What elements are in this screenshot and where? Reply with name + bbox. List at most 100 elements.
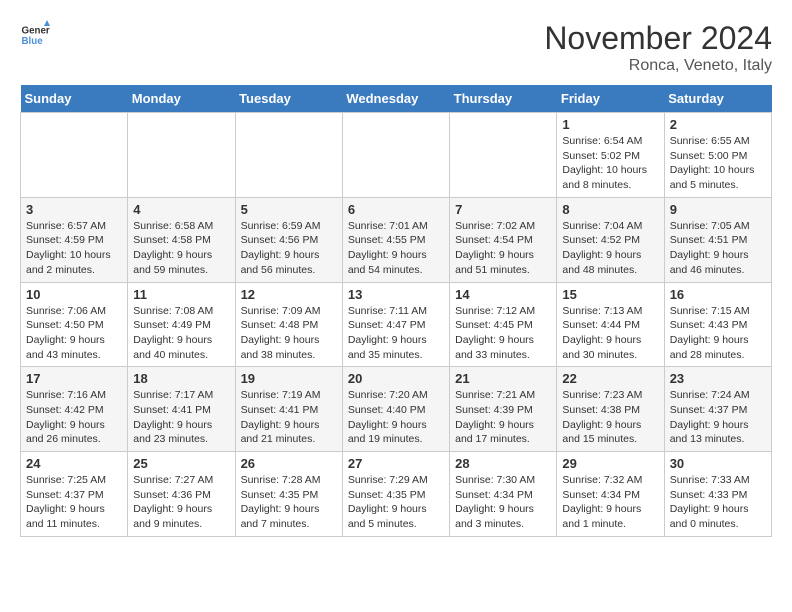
- day-info: Sunrise: 7:27 AM Sunset: 4:36 PM Dayligh…: [133, 473, 229, 532]
- day-number: 5: [241, 202, 337, 217]
- calendar-week-2: 10 Sunrise: 7:06 AM Sunset: 4:50 PM Dayli…: [21, 282, 772, 367]
- calendar-cell: 23 Sunrise: 7:24 AM Sunset: 4:37 PM Dayli…: [664, 367, 771, 452]
- logo: General Blue: [20, 20, 50, 50]
- day-info: Sunrise: 7:06 AM Sunset: 4:50 PM Dayligh…: [26, 304, 122, 363]
- calendar-week-3: 17 Sunrise: 7:16 AM Sunset: 4:42 PM Dayli…: [21, 367, 772, 452]
- day-info: Sunrise: 7:15 AM Sunset: 4:43 PM Dayligh…: [670, 304, 766, 363]
- title-section: November 2024 Ronca, Veneto, Italy: [544, 20, 772, 75]
- svg-text:Blue: Blue: [22, 36, 44, 47]
- calendar-cell: 20 Sunrise: 7:20 AM Sunset: 4:40 PM Dayli…: [342, 367, 449, 452]
- day-number: 15: [562, 287, 658, 302]
- day-info: Sunrise: 7:25 AM Sunset: 4:37 PM Dayligh…: [26, 473, 122, 532]
- calendar-cell: [342, 113, 449, 198]
- calendar-cell: 4 Sunrise: 6:58 AM Sunset: 4:58 PM Daylig…: [128, 197, 235, 282]
- calendar-cell: [128, 113, 235, 198]
- day-info: Sunrise: 7:12 AM Sunset: 4:45 PM Dayligh…: [455, 304, 551, 363]
- day-info: Sunrise: 7:13 AM Sunset: 4:44 PM Dayligh…: [562, 304, 658, 363]
- day-number: 11: [133, 287, 229, 302]
- day-info: Sunrise: 7:21 AM Sunset: 4:39 PM Dayligh…: [455, 388, 551, 447]
- day-info: Sunrise: 6:58 AM Sunset: 4:58 PM Dayligh…: [133, 219, 229, 278]
- day-info: Sunrise: 7:29 AM Sunset: 4:35 PM Dayligh…: [348, 473, 444, 532]
- svg-text:General: General: [22, 26, 51, 37]
- calendar-cell: [235, 113, 342, 198]
- day-info: Sunrise: 7:16 AM Sunset: 4:42 PM Dayligh…: [26, 388, 122, 447]
- day-number: 3: [26, 202, 122, 217]
- calendar-cell: 2Sunrise: 6:55 AM Sunset: 5:00 PM Daylig…: [664, 113, 771, 198]
- calendar-cell: [21, 113, 128, 198]
- calendar-week-0: 1 Sunrise: 6:54 AM Sunset: 5:02 PM Daylig…: [21, 113, 772, 198]
- calendar-cell: 17 Sunrise: 7:16 AM Sunset: 4:42 PM Dayli…: [21, 367, 128, 452]
- day-info: Sunrise: 7:04 AM Sunset: 4:52 PM Dayligh…: [562, 219, 658, 278]
- day-number: 8: [562, 202, 658, 217]
- calendar-body: 1 Sunrise: 6:54 AM Sunset: 5:02 PM Daylig…: [21, 113, 772, 537]
- day-info: Sunrise: 7:11 AM Sunset: 4:47 PM Dayligh…: [348, 304, 444, 363]
- calendar-cell: 29 Sunrise: 7:32 AM Sunset: 4:34 PM Dayli…: [557, 452, 664, 537]
- day-number: 26: [241, 456, 337, 471]
- calendar-cell: 25Sunrise: 7:27 AM Sunset: 4:36 PM Dayli…: [128, 452, 235, 537]
- calendar-table: SundayMondayTuesdayWednesdayThursdayFrid…: [20, 85, 772, 537]
- calendar-week-1: 3 Sunrise: 6:57 AM Sunset: 4:59 PM Daylig…: [21, 197, 772, 282]
- calendar-week-4: 24Sunrise: 7:25 AM Sunset: 4:37 PM Dayli…: [21, 452, 772, 537]
- calendar-cell: 6Sunrise: 7:01 AM Sunset: 4:55 PM Daylig…: [342, 197, 449, 282]
- day-number: 27: [348, 456, 444, 471]
- calendar-cell: 26Sunrise: 7:28 AM Sunset: 4:35 PM Dayli…: [235, 452, 342, 537]
- day-number: 23: [670, 371, 766, 386]
- day-info: Sunrise: 7:17 AM Sunset: 4:41 PM Dayligh…: [133, 388, 229, 447]
- day-info: Sunrise: 7:19 AM Sunset: 4:41 PM Dayligh…: [241, 388, 337, 447]
- day-info: Sunrise: 7:30 AM Sunset: 4:34 PM Dayligh…: [455, 473, 551, 532]
- day-number: 13: [348, 287, 444, 302]
- month-title: November 2024: [544, 20, 772, 57]
- calendar-cell: 15 Sunrise: 7:13 AM Sunset: 4:44 PM Dayli…: [557, 282, 664, 367]
- calendar-cell: 14Sunrise: 7:12 AM Sunset: 4:45 PM Dayli…: [450, 282, 557, 367]
- day-header-monday: Monday: [128, 85, 235, 113]
- day-info: Sunrise: 7:20 AM Sunset: 4:40 PM Dayligh…: [348, 388, 444, 447]
- day-number: 1: [562, 117, 658, 132]
- day-number: 30: [670, 456, 766, 471]
- day-info: Sunrise: 7:24 AM Sunset: 4:37 PM Dayligh…: [670, 388, 766, 447]
- day-header-tuesday: Tuesday: [235, 85, 342, 113]
- location: Ronca, Veneto, Italy: [544, 57, 772, 75]
- calendar-cell: 10 Sunrise: 7:06 AM Sunset: 4:50 PM Dayli…: [21, 282, 128, 367]
- day-info: Sunrise: 7:32 AM Sunset: 4:34 PM Dayligh…: [562, 473, 658, 532]
- day-number: 12: [241, 287, 337, 302]
- day-number: 17: [26, 371, 122, 386]
- day-number: 9: [670, 202, 766, 217]
- calendar-cell: [450, 113, 557, 198]
- day-info: Sunrise: 7:08 AM Sunset: 4:49 PM Dayligh…: [133, 304, 229, 363]
- day-info: Sunrise: 7:05 AM Sunset: 4:51 PM Dayligh…: [670, 219, 766, 278]
- calendar-cell: 12Sunrise: 7:09 AM Sunset: 4:48 PM Dayli…: [235, 282, 342, 367]
- day-number: 10: [26, 287, 122, 302]
- day-header-sunday: Sunday: [21, 85, 128, 113]
- day-number: 21: [455, 371, 551, 386]
- calendar-cell: 22 Sunrise: 7:23 AM Sunset: 4:38 PM Dayli…: [557, 367, 664, 452]
- calendar-cell: 13 Sunrise: 7:11 AM Sunset: 4:47 PM Dayli…: [342, 282, 449, 367]
- day-number: 2: [670, 117, 766, 132]
- calendar-cell: 18Sunrise: 7:17 AM Sunset: 4:41 PM Dayli…: [128, 367, 235, 452]
- day-header-thursday: Thursday: [450, 85, 557, 113]
- day-info: Sunrise: 7:02 AM Sunset: 4:54 PM Dayligh…: [455, 219, 551, 278]
- day-number: 16: [670, 287, 766, 302]
- logo-icon: General Blue: [20, 20, 50, 50]
- calendar-cell: 8 Sunrise: 7:04 AM Sunset: 4:52 PM Daylig…: [557, 197, 664, 282]
- day-number: 20: [348, 371, 444, 386]
- day-info: Sunrise: 7:23 AM Sunset: 4:38 PM Dayligh…: [562, 388, 658, 447]
- day-header-friday: Friday: [557, 85, 664, 113]
- day-info: Sunrise: 6:57 AM Sunset: 4:59 PM Dayligh…: [26, 219, 122, 278]
- day-header-saturday: Saturday: [664, 85, 771, 113]
- calendar-cell: 21 Sunrise: 7:21 AM Sunset: 4:39 PM Dayli…: [450, 367, 557, 452]
- calendar-cell: 5Sunrise: 6:59 AM Sunset: 4:56 PM Daylig…: [235, 197, 342, 282]
- calendar-cell: 1 Sunrise: 6:54 AM Sunset: 5:02 PM Daylig…: [557, 113, 664, 198]
- calendar-cell: 9 Sunrise: 7:05 AM Sunset: 4:51 PM Daylig…: [664, 197, 771, 282]
- calendar-cell: 28Sunrise: 7:30 AM Sunset: 4:34 PM Dayli…: [450, 452, 557, 537]
- day-info: Sunrise: 6:54 AM Sunset: 5:02 PM Dayligh…: [562, 134, 658, 193]
- day-number: 29: [562, 456, 658, 471]
- calendar-cell: 30Sunrise: 7:33 AM Sunset: 4:33 PM Dayli…: [664, 452, 771, 537]
- calendar-cell: 11 Sunrise: 7:08 AM Sunset: 4:49 PM Dayli…: [128, 282, 235, 367]
- day-number: 4: [133, 202, 229, 217]
- day-number: 7: [455, 202, 551, 217]
- calendar-cell: 24Sunrise: 7:25 AM Sunset: 4:37 PM Dayli…: [21, 452, 128, 537]
- day-number: 22: [562, 371, 658, 386]
- day-header-wednesday: Wednesday: [342, 85, 449, 113]
- day-info: Sunrise: 7:01 AM Sunset: 4:55 PM Dayligh…: [348, 219, 444, 278]
- day-number: 19: [241, 371, 337, 386]
